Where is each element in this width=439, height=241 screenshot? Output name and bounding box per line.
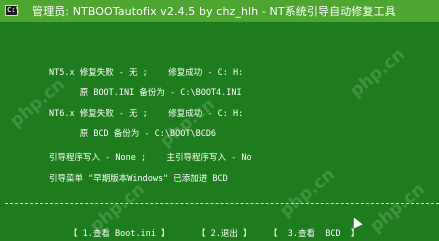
console-icon-glyph: C:\ (7, 6, 20, 14)
watermark-text: php.cn (6, 74, 69, 132)
console-window: C:\ 管理员: NTBOOTautofix v2.4.5 by chz_hlh… (0, 0, 439, 241)
nt6-status-line: NT6.x 修复失败 - 无 ; 修复成功 - C: H: (49, 109, 244, 119)
bootini-backup-line: 原 BOOT.INI 备份为 - C:\BOOT4.INI (49, 88, 242, 98)
window-title: 管理员: NTBOOTautofix v2.4.5 by chz_hlh - N… (32, 5, 396, 18)
bcd-backup-line: 原 BCD 备份为 - C:\BOOT\BCD6 (49, 129, 217, 139)
watermark-text: php.cn (86, 179, 149, 237)
nt5-status-line: NT5.x 修复失败 - 无 ; 修复成功 - C: H: (49, 68, 244, 78)
watermark-text: php.cn (346, 44, 409, 102)
console-icon[interactable]: C:\ (5, 5, 20, 16)
watermark-text: php.cn (366, 179, 429, 237)
watermark-text: php.cn (156, 94, 219, 152)
console-output: NT5.x 修复失败 - 无 ; 修复成功 - C: H: 原 BOOT.INI… (5, 23, 439, 241)
title-bar[interactable]: C:\ 管理员: NTBOOTautofix v2.4.5 by chz_hlh… (0, 0, 439, 22)
watermark-text: php.cn (276, 164, 339, 222)
boot-menu-line: 引导菜单 "早期版本Windows" 已添加进 BCD (49, 174, 228, 184)
exit-option[interactable]: 【 2.退出 】 (197, 229, 251, 240)
bootloader-write-line: 引导程序写入 - None ; 主引导程序写入 - No (49, 153, 252, 163)
separator-line (5, 203, 439, 204)
view-bcd-option[interactable]: 【 3.查看 BCD 】 (269, 229, 359, 240)
view-bootini-option[interactable]: 【 1.查看 Boot.ini 】 (69, 229, 170, 240)
